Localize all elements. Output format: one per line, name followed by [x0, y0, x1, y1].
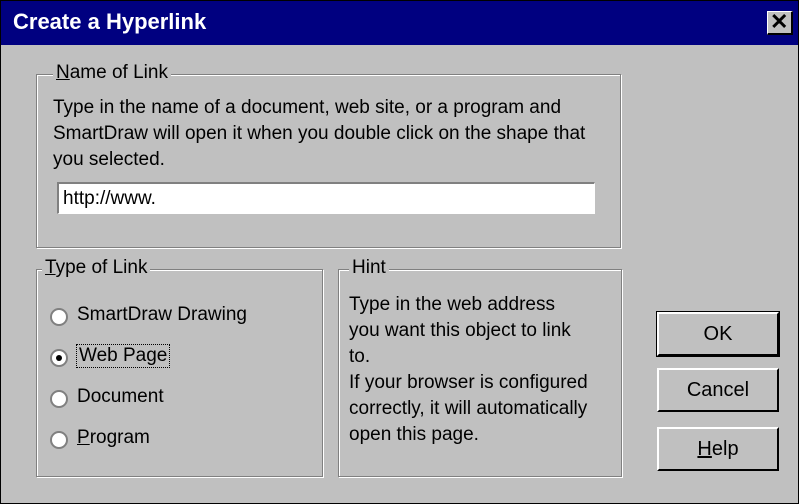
radio-label: Web Page	[75, 344, 171, 368]
hint-group: Hint Type in the web address you want th…	[338, 257, 622, 477]
type-of-link-group: Type of Link SmartDraw Drawing Web Page …	[36, 257, 323, 477]
radio-icon	[50, 349, 68, 367]
title-bar: Create a Hyperlink ✕	[1, 1, 798, 45]
hint-legend: Hint	[349, 257, 389, 279]
hint-text: Type in the web address you want this ob…	[349, 294, 588, 445]
window-title: Create a Hyperlink	[13, 9, 207, 34]
name-of-link-group: Name of Link Type in the name of a docum…	[36, 62, 621, 248]
close-icon: ✕	[770, 9, 789, 34]
cancel-button[interactable]: Cancel	[657, 368, 779, 412]
radio-icon	[50, 431, 68, 449]
radio-icon	[50, 390, 68, 408]
radio-icon	[50, 308, 68, 326]
name-of-link-legend: Name of Link	[53, 62, 171, 84]
type-of-link-legend: Type of Link	[42, 257, 151, 279]
close-button[interactable]: ✕	[767, 9, 793, 35]
link-name-input[interactable]	[57, 182, 595, 214]
radio-label: Document	[77, 386, 164, 407]
help-button[interactable]: Help	[657, 427, 779, 471]
ok-button[interactable]: OK	[656, 311, 780, 357]
name-of-link-description: Type in the name of a document, web site…	[53, 97, 586, 170]
radio-label: Program	[77, 427, 150, 448]
create-hyperlink-dialog: Create a Hyperlink ✕ Name of Link Type i…	[0, 0, 799, 504]
radio-label: SmartDraw Drawing	[77, 304, 247, 325]
